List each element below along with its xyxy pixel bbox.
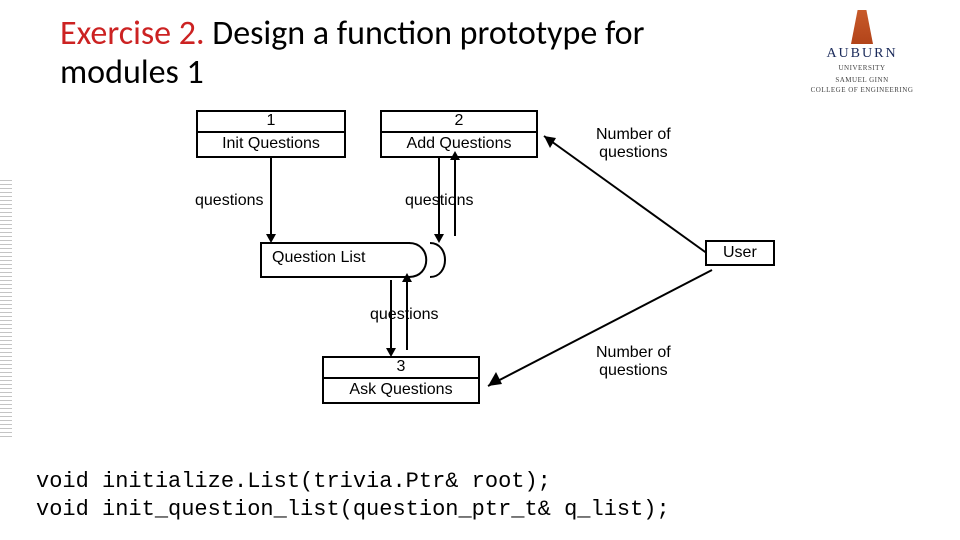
code-line-1: void initialize.List(trivia.Ptr& root); [36,469,551,494]
module-box-1: 1 Init Questions [196,110,346,158]
label-questions-1: questions [195,192,264,210]
module-2-number: 2 [382,112,536,133]
module-1-label: Init Questions [198,133,344,156]
label-questions-3: questions [370,306,439,324]
auburn-logo: AUBURN UNIVERSITY SAMUEL GINN COLLEGE OF… [792,10,932,94]
module-1-number: 1 [198,112,344,133]
diagram: 1 Init Questions 2 Add Questions questio… [0,110,960,470]
label-numq-lower: Number of questions [596,344,671,380]
user-box: User [705,240,775,266]
user-label: User [723,244,757,261]
module-box-3: 3 Ask Questions [322,356,480,404]
slide-title: Exercise 2. Design a function prototype … [60,14,680,92]
arrow-user-to-box3 [480,266,740,406]
tower-icon [851,10,873,44]
module-3-label: Ask Questions [324,379,478,402]
logo-sub2: SAMUEL GINN [792,76,932,84]
arrowhead-list-3b [402,273,412,282]
title-prefix: Exercise 2. [60,13,205,54]
logo-sub3: COLLEGE OF ENGINEERING [792,86,932,94]
label-questions-2: questions [405,192,474,210]
code-line-2: void init_question_list(question_ptr_t& … [36,497,670,522]
module-3-number: 3 [324,358,478,379]
logo-name: AUBURN [792,46,932,62]
arrow-1-to-list [270,158,272,236]
code-snippet: void initialize.List(trivia.Ptr& root); … [36,468,670,523]
arrowhead-2b-up [450,151,460,160]
qlist-label: Question List [272,249,365,267]
question-list-store: Question List [260,242,450,278]
logo-sub1: UNIVERSITY [792,64,932,72]
qlist-cap-icon [408,242,448,278]
